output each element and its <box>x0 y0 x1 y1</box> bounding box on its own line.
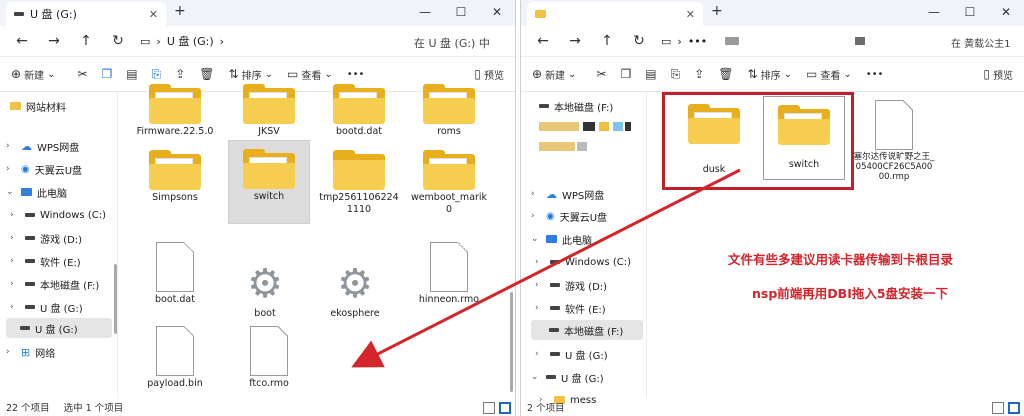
drag-arrow <box>351 168 741 368</box>
annotation-line-1: 文件有些多建议用读卡器传输到卡根目录 <box>728 252 954 267</box>
annotation-line-2: nsp前端再用DBI拖入5盘安装一下 <box>752 286 949 301</box>
